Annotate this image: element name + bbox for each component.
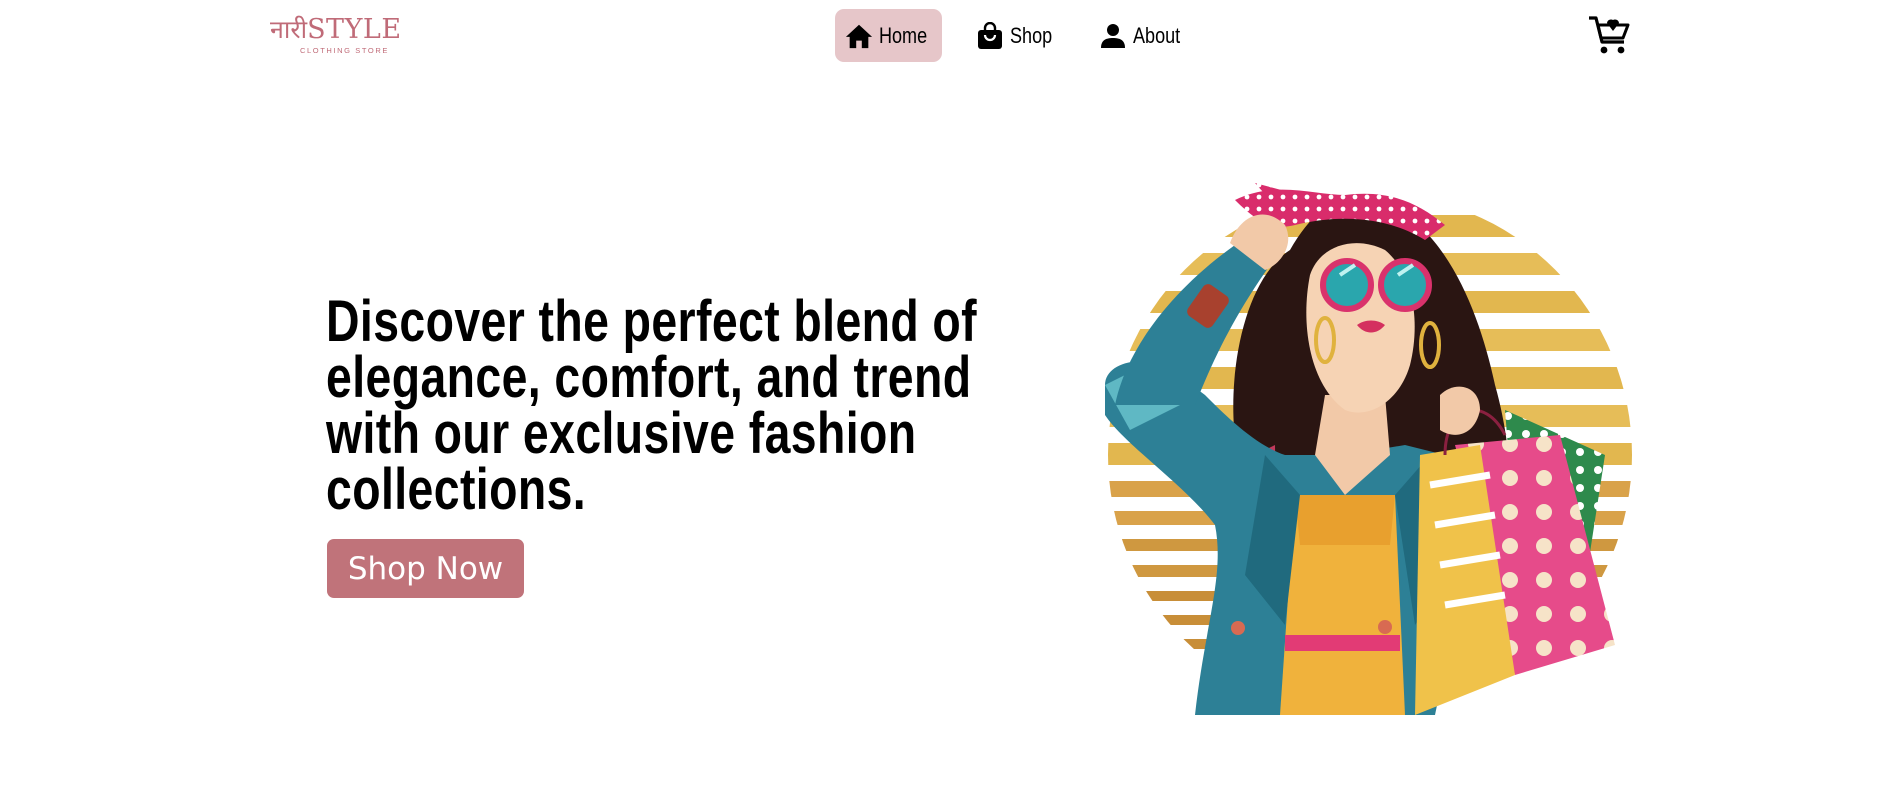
hero-headline: Discover the perfect blend of elegance, … xyxy=(326,289,1026,522)
cart-button[interactable] xyxy=(1588,14,1632,56)
headline-line: elegance, comfort, and trend xyxy=(326,345,972,410)
shop-now-button[interactable]: Shop Now xyxy=(327,539,524,598)
nav-item-shop[interactable]: Shop xyxy=(966,9,1065,62)
logo-tagline: CLOTHING STORE xyxy=(300,46,389,55)
person-icon xyxy=(1099,22,1127,50)
brand-logo[interactable]: नारी STYLE CLOTHING STORE xyxy=(270,16,420,58)
hero-illustration xyxy=(1085,155,1660,717)
headline-line: collections. xyxy=(326,457,587,522)
cart-icon xyxy=(1589,16,1630,54)
nav-label-home: Home xyxy=(879,22,928,48)
shopping-bag-icon xyxy=(976,21,1004,50)
nav-label-about: About xyxy=(1133,22,1181,48)
nav-item-home[interactable]: Home xyxy=(835,9,942,62)
logo-wordmark: नारी STYLE xyxy=(270,16,420,43)
hero-text: Discover the perfect blend of elegance, … xyxy=(326,289,1026,522)
home-icon xyxy=(845,22,873,50)
logo-latin: STYLE xyxy=(307,14,402,45)
main-nav: Home Shop About xyxy=(835,9,1195,62)
logo-devanagari: नारी xyxy=(270,15,308,44)
nav-label-shop: Shop xyxy=(1009,22,1052,48)
nav-item-about[interactable]: About xyxy=(1089,9,1195,62)
headline-line: Discover the perfect blend of xyxy=(326,289,978,354)
headline-line: with our exclusive fashion xyxy=(326,401,917,466)
